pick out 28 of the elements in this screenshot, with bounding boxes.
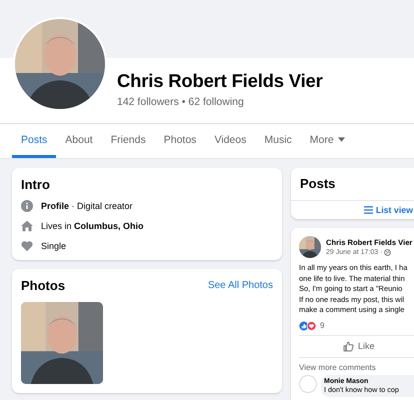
view-more-comments-link[interactable]: View more comments xyxy=(299,362,414,372)
card-title: Posts xyxy=(291,168,414,201)
heart-icon xyxy=(21,240,33,252)
card-title: Photos xyxy=(21,278,66,293)
card-title: Intro xyxy=(21,177,51,192)
list-view-tab[interactable]: List view xyxy=(305,201,414,219)
profile-tab[interactable]: Posts xyxy=(12,124,56,158)
intro-detail: Lives in Columbus, Ohio xyxy=(41,221,144,231)
like-button[interactable]: Like xyxy=(339,338,379,354)
thumbs-up-icon xyxy=(343,340,354,352)
commenter-avatar xyxy=(299,374,317,392)
intro-detail: Profile · Digital creator xyxy=(41,201,133,211)
profile-tab[interactable]: Photos xyxy=(154,124,206,158)
profile-tab[interactable]: About xyxy=(56,124,102,158)
info-icon xyxy=(21,200,33,212)
list-icon xyxy=(364,206,373,214)
reaction-count: 9 xyxy=(320,321,324,330)
profile-tab[interactable]: More xyxy=(300,124,354,158)
intro-detail: Single xyxy=(41,241,66,251)
caret-icon xyxy=(338,137,345,142)
reactions-icon xyxy=(299,320,317,330)
see-all-photos-link[interactable]: See All Photos xyxy=(208,280,273,291)
profile-name: Chris Robert Fields Vier xyxy=(117,70,323,92)
home-icon xyxy=(21,220,33,232)
profile-tab[interactable]: Friends xyxy=(102,124,155,158)
profile-tab[interactable]: Music xyxy=(255,124,301,158)
follower-stats: 142 followers • 62 following xyxy=(117,96,245,108)
profile-tab[interactable]: Videos xyxy=(205,124,256,158)
